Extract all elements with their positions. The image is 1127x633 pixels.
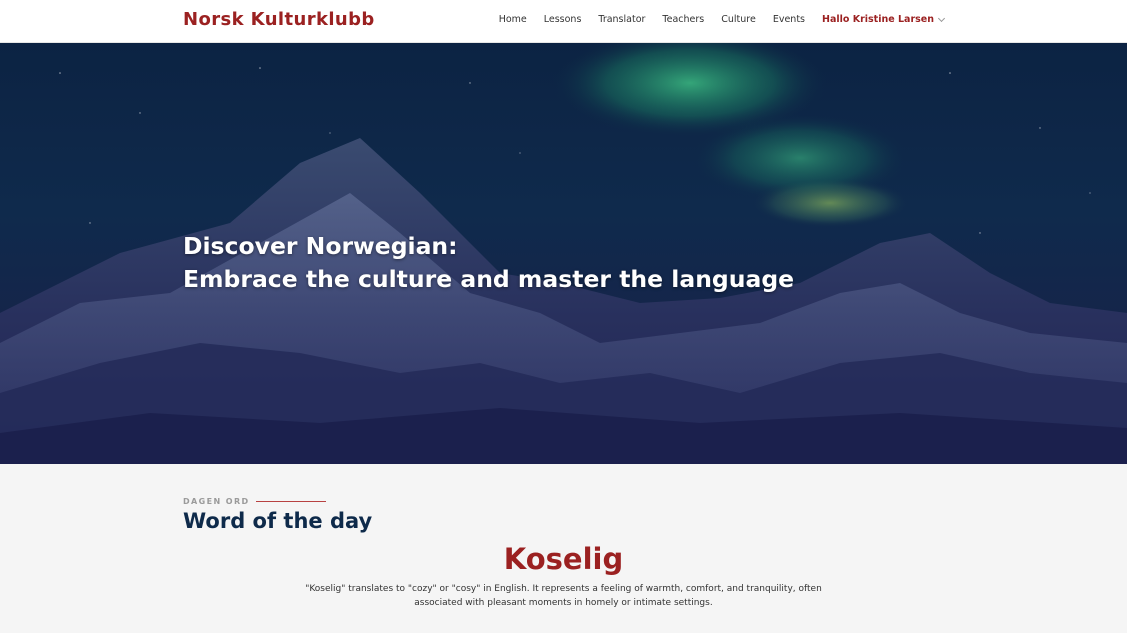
nav-events[interactable]: Events — [773, 14, 805, 25]
section-eyebrow: DAGEN ORD — [183, 497, 326, 506]
nav-lessons[interactable]: Lessons — [544, 14, 582, 25]
hero-title-line-1: Discover Norwegian: — [183, 232, 458, 260]
nav-translator[interactable]: Translator — [598, 14, 645, 25]
hero-title-line-2: Embrace the culture and master the langu… — [183, 265, 795, 293]
eyebrow-label: DAGEN ORD — [183, 497, 250, 506]
main-nav: Home Lessons Translator Teachers Culture… — [499, 14, 946, 25]
nav-home[interactable]: Home — [499, 14, 527, 25]
hero-banner: Discover Norwegian: Embrace the culture … — [0, 43, 1127, 464]
site-header: Norsk Kulturklubb Home Lessons Translato… — [0, 0, 1127, 43]
word-of-the-day-section: DAGEN ORD Word of the day Koselig "Kosel… — [0, 464, 1127, 633]
brand-logo[interactable]: Norsk Kulturklubb — [183, 9, 375, 30]
hero-title: Discover Norwegian: Embrace the culture … — [183, 230, 794, 296]
section-title: Word of the day — [183, 509, 373, 533]
chevron-down-icon — [937, 14, 946, 22]
eyebrow-divider — [255, 501, 326, 502]
user-greeting: Hallo Kristine Larsen — [822, 14, 934, 25]
featured-word: Koselig — [503, 542, 624, 576]
user-menu[interactable]: Hallo Kristine Larsen — [822, 14, 946, 25]
nav-culture[interactable]: Culture — [721, 14, 756, 25]
nav-teachers[interactable]: Teachers — [662, 14, 704, 25]
word-description: "Koselig" translates to "cozy" or "cosy"… — [305, 584, 822, 608]
